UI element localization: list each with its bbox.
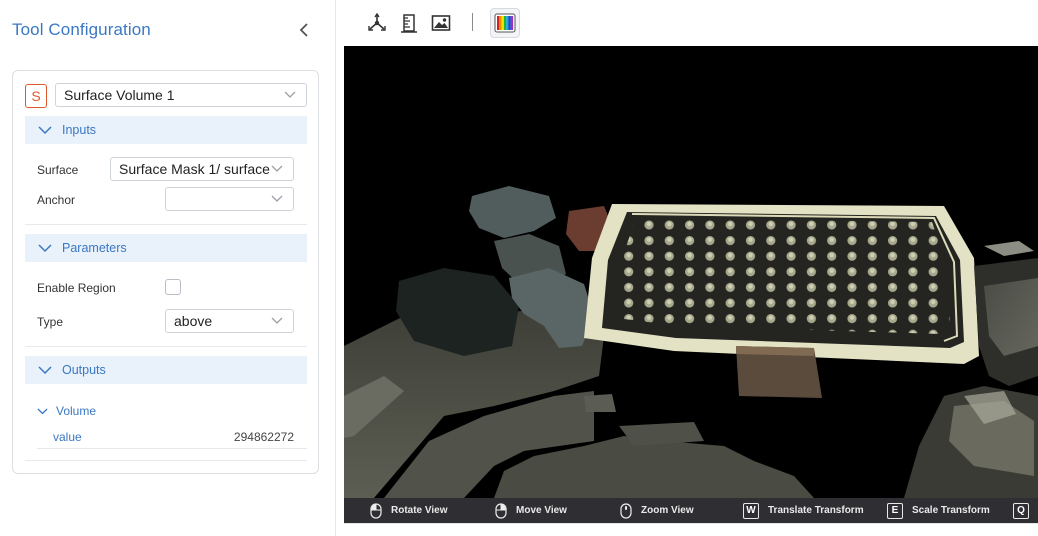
section-parameters-header[interactable]: Parameters [25, 234, 307, 262]
keycap-e: E [887, 502, 903, 519]
chevron-down-icon [271, 317, 283, 324]
axes-button[interactable] [362, 8, 392, 38]
section-inputs-header[interactable]: Inputs [25, 116, 307, 144]
mouse-left-icon [370, 502, 382, 519]
hint-label: Rotate View [391, 505, 448, 516]
anchor-label: Anchor [37, 193, 76, 207]
chevron-down-icon [38, 243, 52, 252]
bottom-strip [344, 523, 1038, 536]
chevron-down-icon [284, 91, 296, 98]
hint-rotate-view: Rotate View [370, 498, 448, 523]
hint-move-view: Move View [495, 498, 567, 523]
chevron-down-icon [38, 365, 52, 374]
chevron-down-icon [271, 195, 283, 202]
hint-translate-transform: W Translate Transform [743, 498, 864, 523]
color-map-button[interactable] [490, 8, 520, 38]
tool-select-value: Surface Volume 1 [64, 87, 175, 103]
surface-select[interactable]: Surface Mask 1/ surface [110, 157, 294, 181]
viewer-toolbar [344, 0, 1038, 46]
output-group-label: Volume [56, 404, 97, 418]
section-parameters-label: Parameters [62, 241, 127, 255]
output-group-volume[interactable]: Volume [37, 404, 96, 418]
enable-region-label: Enable Region [37, 281, 116, 295]
section-divider [25, 224, 307, 225]
output-key: value [53, 430, 82, 444]
section-outputs-header[interactable]: Outputs [25, 356, 307, 384]
mouse-wheel-icon [620, 502, 632, 519]
tool-configuration-panel: Tool Configuration S Surface Volume 1 In… [0, 0, 336, 536]
type-select-value: above [174, 313, 213, 329]
color-map-icon [494, 13, 516, 33]
section-outputs-label: Outputs [62, 363, 106, 377]
tool-card: S Surface Volume 1 Inputs Surface Surfac… [12, 70, 319, 474]
card-bottom-divider [25, 460, 307, 461]
tool-type-badge: S [25, 84, 47, 108]
chevron-down-icon [37, 408, 48, 414]
keycap-w: W [743, 502, 759, 519]
ruler-icon [401, 14, 417, 33]
panel-title: Tool Configuration [12, 20, 151, 39]
mouse-right-icon [495, 502, 507, 519]
hint-label: Translate Transform [768, 505, 864, 516]
tool-selector-row: S Surface Volume 1 [25, 83, 307, 109]
surface-select-value: Surface Mask 1/ surface [119, 161, 270, 177]
hint-zoom-view: Zoom View [620, 498, 694, 523]
axes-icon [368, 12, 386, 31]
hint-scale-transform: E Scale Transform [887, 498, 990, 523]
output-value: 294862272 [233, 430, 294, 444]
surface-label: Surface [37, 163, 79, 177]
collapse-panel-button[interactable] [294, 20, 314, 40]
enable-region-checkbox[interactable] [165, 279, 181, 295]
anchor-select[interactable] [165, 187, 294, 211]
point-cloud-render [344, 186, 1038, 498]
ruler-button[interactable] [394, 8, 424, 38]
hint-label: Scale Transform [912, 505, 990, 516]
app-root: Tool Configuration S Surface Volume 1 In… [0, 0, 1038, 536]
chevron-down-icon [271, 165, 283, 172]
chevron-left-icon [299, 23, 308, 37]
type-label: Type [37, 315, 64, 329]
image-button[interactable] [426, 8, 456, 38]
chevron-down-icon [38, 125, 52, 134]
image-icon [431, 15, 451, 31]
section-divider [25, 346, 307, 347]
point-cloud-viewer[interactable] [344, 46, 1038, 498]
keycap-q: Q [1013, 502, 1029, 519]
hint-label: Move View [516, 505, 567, 516]
hint-q: Q [1013, 498, 1038, 523]
section-inputs-label: Inputs [62, 123, 97, 137]
output-divider [37, 448, 307, 449]
toolbar-separator [472, 13, 473, 31]
hint-label: Zoom View [641, 505, 694, 516]
viewer-status-bar: Rotate View Move View Zoom View W Transl… [344, 498, 1038, 523]
type-select[interactable]: above [165, 309, 294, 333]
tool-select[interactable]: Surface Volume 1 [55, 83, 307, 107]
